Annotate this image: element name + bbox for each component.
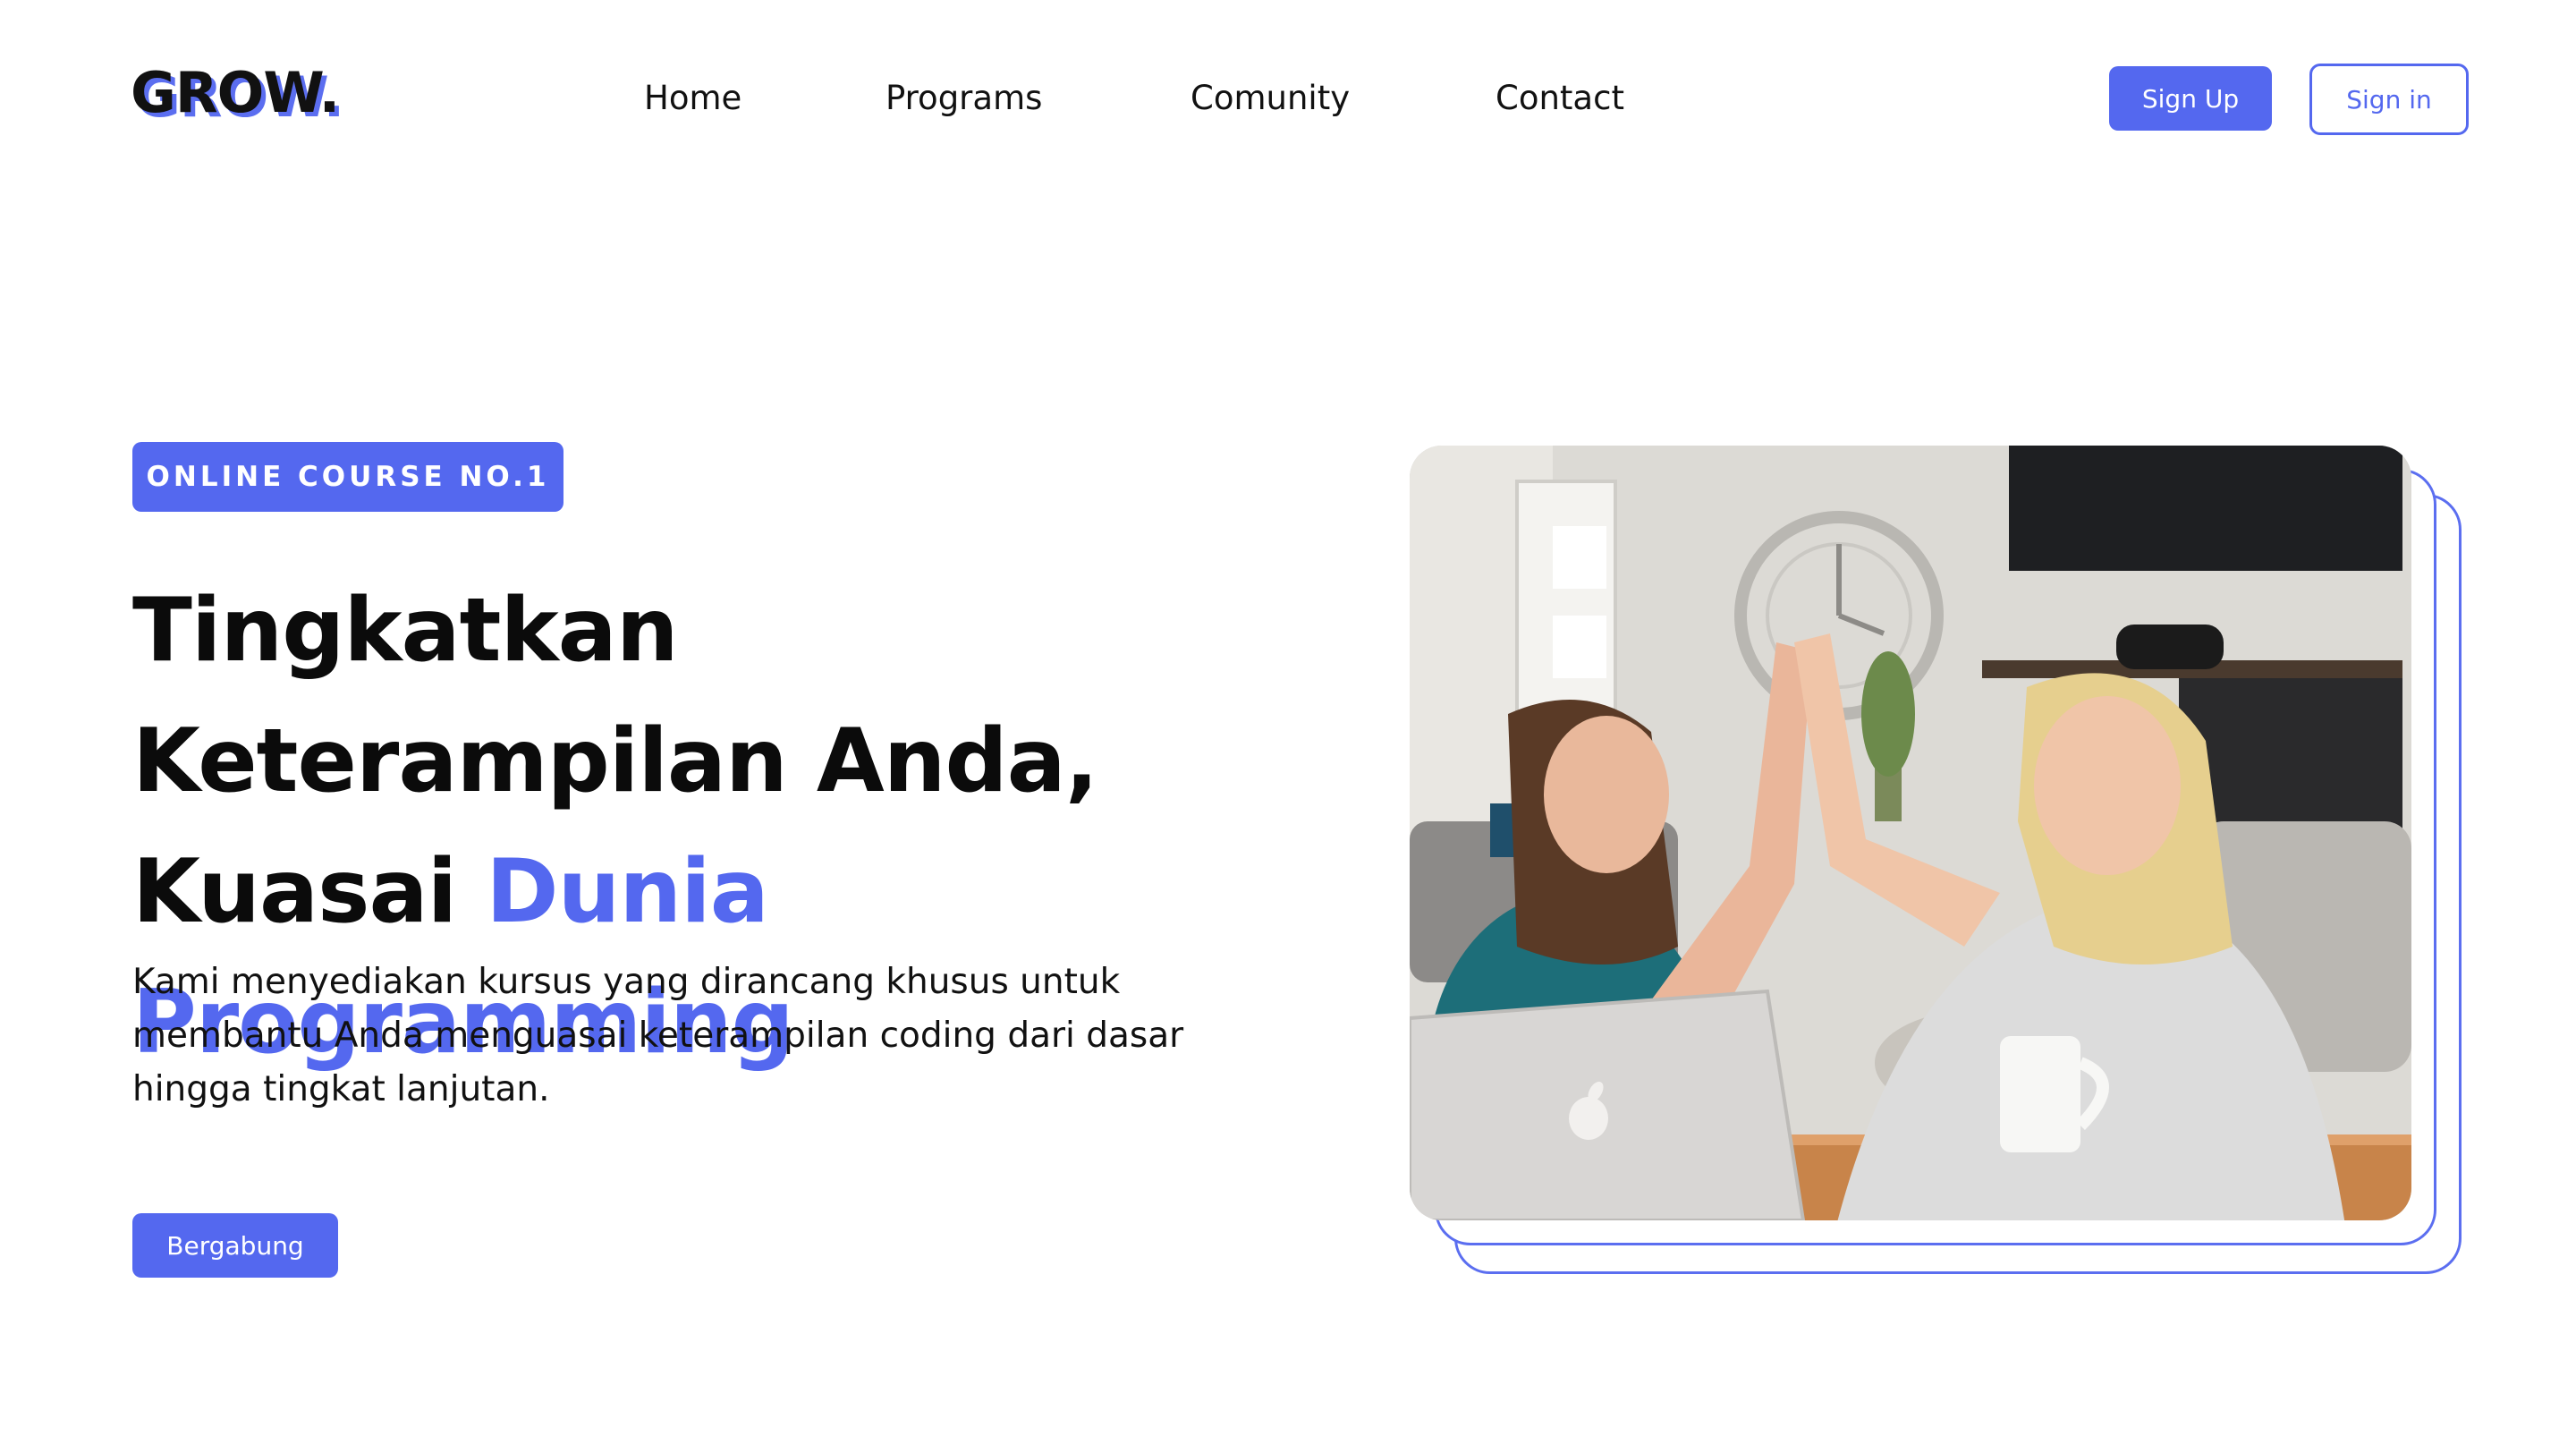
hero-photo	[1410, 446, 2411, 1220]
sign-up-button[interactable]: Sign Up	[2109, 66, 2272, 131]
landing-page: GROW. Home Programs Comunity Contact Sig…	[0, 0, 2576, 1453]
sign-in-button[interactable]: Sign in	[2309, 64, 2469, 135]
nav-link-community[interactable]: Comunity	[1191, 68, 1350, 129]
nav-link-contact[interactable]: Contact	[1496, 68, 1624, 129]
course-badge: ONLINE COURSE NO.1	[132, 442, 564, 512]
join-button[interactable]: Bergabung	[132, 1213, 338, 1278]
brand-logo[interactable]: GROW.	[131, 57, 340, 129]
nav-link-home[interactable]: Home	[644, 68, 741, 129]
nav-link-programs[interactable]: Programs	[886, 68, 1042, 129]
hero-photo-illustration	[1410, 446, 2411, 1220]
hero-description: Kami menyediakan kursus yang dirancang k…	[132, 962, 1184, 1109]
